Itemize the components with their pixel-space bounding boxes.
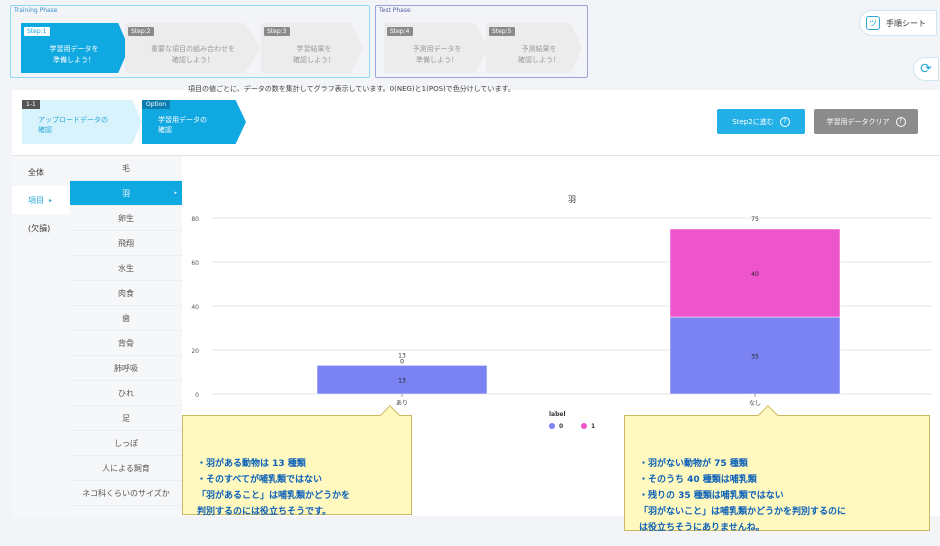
bar-data-label: 40 — [751, 271, 759, 278]
legend-label: 0 — [559, 423, 563, 430]
feature-item[interactable]: 卵生 — [70, 206, 182, 231]
feature-item-label: 足 — [122, 413, 130, 423]
nav-item-missing[interactable]: (欠損) — [12, 214, 70, 242]
chevron-right-icon: ▸ — [174, 190, 177, 196]
face-sheet-icon: ツ — [866, 16, 880, 30]
legend-marker — [581, 423, 587, 429]
feature-item[interactable]: 肺呼吸 — [70, 356, 182, 381]
substep-1-tag: 1-1 — [22, 100, 40, 109]
feature-item-label: しっぽ — [114, 438, 138, 448]
feature-item-label: 人による飼育 — [102, 463, 150, 473]
bar-total-label: 13 — [398, 352, 406, 359]
feature-item[interactable]: 足 — [70, 406, 182, 431]
feature-item-label: ひれ — [118, 388, 134, 398]
legend-label: 1 — [591, 423, 595, 430]
substep-training-data-check[interactable]: Option 学習用データの 確認 — [142, 100, 246, 144]
training-phase-title: Training Phase — [14, 7, 58, 14]
callout-left-text: ・羽がある動物は 13 種類 ・そのすべてが哺乳類ではない 「羽があること」は哺… — [197, 459, 351, 517]
legend-marker — [549, 423, 555, 429]
feature-item-label: 卵生 — [118, 213, 134, 223]
feature-item-label: ネコ科くらいのサイズか — [82, 488, 170, 498]
feature-item-label: 歯 — [122, 313, 130, 323]
y-tick-label: 80 — [191, 216, 199, 223]
feature-item[interactable]: 人による飼育 — [70, 456, 182, 481]
feature-item[interactable]: 水生 — [70, 256, 182, 281]
feature-item[interactable]: 肉食 — [70, 281, 182, 306]
feature-item-label: 毛 — [122, 163, 130, 173]
substep-option-tag: Option — [142, 100, 171, 109]
nav-item-missing-label: (欠損) — [28, 223, 51, 233]
training-phase-panel: Training Phase Step:1 学習用データを 準備しよう！ Ste… — [10, 5, 370, 78]
feature-item[interactable]: しっぽ — [70, 431, 182, 456]
feature-list: 毛羽 ▸ 卵生 飛翔 水生 肉食歯背骨 肺呼吸 ひれ足しっぽ 人による飼育 ネコ科くらいのサイズか — [70, 156, 182, 516]
step-3[interactable]: Step:3 学習結果を 確認しよう！ — [261, 23, 363, 73]
substep-option-label: 学習用データの 確認 — [158, 116, 207, 134]
x-tick-label: あり — [396, 400, 408, 407]
manual-sheet-label: 手順シート — [886, 18, 926, 28]
step-1-tag: Step:1 — [24, 27, 50, 36]
feature-item-label: 肉食 — [118, 288, 134, 298]
step-3-label: 学習結果を 確認しよう！ — [293, 45, 335, 64]
clear-training-data-button[interactable]: 学習用データクリア ? — [814, 109, 918, 134]
chart-title: 羽 — [568, 195, 576, 204]
substep-1-label: アップロードデータの 確認 — [38, 116, 108, 134]
test-phase-title: Test Phase — [379, 7, 411, 14]
step-1[interactable]: Step:1 学習用データを 準備しよう！ — [21, 23, 129, 73]
feature-item-label: 飛翔 — [118, 238, 134, 248]
chart-description: 項目の値ごとに、データの数を集計してグラフ表示しています。0(NEG)と1(PO… — [188, 85, 515, 93]
bar-data-label: 13 — [398, 378, 406, 385]
nav-item-feature-label: 項目 — [28, 195, 44, 205]
callout-right-text: ・羽がない動物が 75 種類 ・そのうち 40 種類は哺乳類 ・残りの 35 種… — [639, 459, 847, 533]
feature-item[interactable]: 羽 ▸ — [70, 181, 182, 206]
manual-sheet-button[interactable]: ツ 手順シート — [859, 10, 937, 36]
step-5-label: 予測結果を 確認しよう！ — [518, 45, 560, 64]
feature-item-label: 背骨 — [118, 338, 134, 348]
clear-training-data-label: 学習用データクリア — [826, 117, 890, 126]
help-icon: ? — [895, 116, 906, 127]
y-tick-label: 40 — [191, 304, 199, 311]
step-2-label: 重要な項目の組み合わせを 確認しよう！ — [151, 45, 235, 64]
y-tick-label: 20 — [191, 348, 199, 355]
go-step2-button[interactable]: Step2に進む ? — [717, 109, 805, 134]
x-tick-label: なし — [749, 400, 761, 407]
bar-data-label: 35 — [751, 354, 759, 361]
feature-item-label: 羽 — [122, 188, 130, 198]
nav-item-all[interactable]: 全体 — [12, 158, 70, 186]
left-nav: 全体 項目 ▸ (欠損) — [12, 156, 70, 516]
feature-item-label: 水生 — [118, 263, 134, 273]
nav-item-all-label: 全体 — [28, 167, 44, 177]
feature-item[interactable]: ひれ — [70, 381, 182, 406]
substep-upload-check[interactable]: 1-1 アップロードデータの 確認 — [22, 100, 142, 144]
feature-item[interactable]: 歯 — [70, 306, 182, 331]
feature-item-label: 肺呼吸 — [114, 363, 138, 373]
refresh-icon: ⟳ — [920, 61, 932, 77]
step-2-tag: Step:2 — [128, 27, 154, 36]
bar-data-label: 0 — [400, 358, 404, 365]
step-4-label: 予測用データを 準備しよう！ — [412, 45, 462, 64]
refresh-button[interactable]: ⟳ — [913, 57, 939, 81]
chevron-right-icon: ▸ — [49, 196, 53, 204]
step-1-label: 学習用データを 準備しよう！ — [49, 45, 99, 64]
step-2[interactable]: Step:2 重要な項目の組み合わせを 確認しよう！ — [125, 23, 261, 73]
legend-title: label — [549, 411, 566, 418]
y-tick-label: 60 — [191, 260, 199, 267]
step-3-tag: Step:3 — [264, 27, 290, 36]
y-tick-label: 0 — [195, 392, 199, 399]
feature-item[interactable]: 毛 — [70, 156, 182, 181]
callout-feather-absent: ・羽がない動物が 75 種類 ・そのうち 40 種類は哺乳類 ・残りの 35 種… — [624, 405, 930, 533]
test-phase-panel: Test Phase Step:4 予測用データを 準備しよう！ Step:5 … — [375, 5, 588, 78]
nav-item-feature[interactable]: 項目 ▸ — [12, 186, 70, 214]
callout-feather-present: ・羽がある動物は 13 種類 ・そのすべてが哺乳類ではない 「羽があること」は哺… — [182, 405, 412, 517]
step-5[interactable]: Step:5 予測結果を 確認しよう！ — [486, 23, 582, 73]
feature-item[interactable]: 飛翔 — [70, 231, 182, 256]
step-4[interactable]: Step:4 予測用データを 準備しよう！ — [384, 23, 488, 73]
step-4-tag: Step:4 — [387, 27, 413, 36]
feature-item[interactable]: 背骨 — [70, 331, 182, 356]
feature-item[interactable]: ネコ科くらいのサイズか — [70, 481, 182, 506]
step-5-tag: Step:5 — [489, 27, 515, 36]
bar-total-label: 75 — [751, 216, 759, 223]
help-icon: ? — [779, 116, 790, 127]
substep-bar: 1-1 アップロードデータの 確認 Option 学習用データの 確認 Step… — [12, 90, 940, 156]
go-step2-label: Step2に進む — [732, 117, 774, 126]
